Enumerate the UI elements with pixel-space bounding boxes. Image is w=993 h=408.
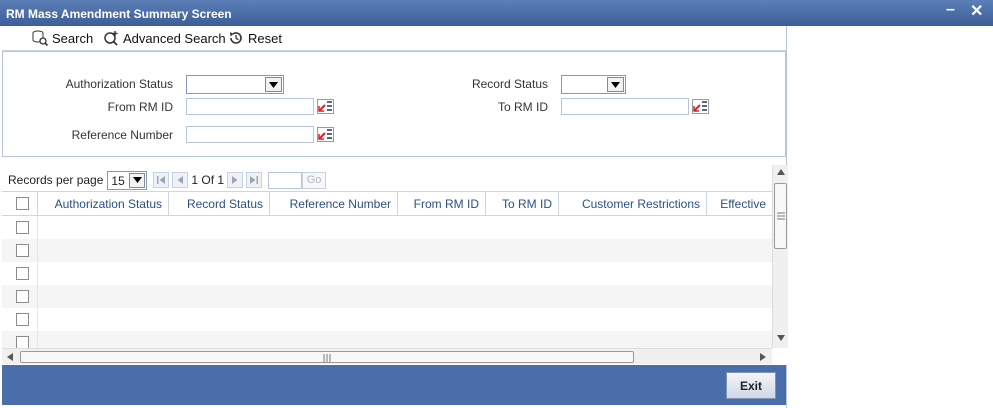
reference-number-label: Reference Number: [71, 128, 173, 142]
column-header[interactable]: Authorization Status: [38, 192, 169, 216]
records-per-page-select[interactable]: 15: [107, 170, 148, 190]
scroll-up-icon[interactable]: [777, 169, 785, 175]
first-page-icon[interactable]: [153, 172, 170, 188]
row-checkbox[interactable]: [16, 336, 29, 348]
table-header: Authorization Status Record Status Refer…: [2, 191, 772, 216]
table-row[interactable]: [2, 262, 772, 285]
minimize-button[interactable]: –: [946, 1, 955, 19]
advanced-search-button[interactable]: Advanced Search: [103, 30, 226, 46]
row-checkbox[interactable]: [16, 313, 29, 326]
table-row[interactable]: [2, 239, 772, 262]
scroll-down-icon[interactable]: [777, 335, 785, 341]
column-header[interactable]: Record Status: [169, 192, 270, 216]
from-rm-id-label: From RM ID: [107, 100, 173, 114]
reset-label: Reset: [248, 30, 282, 46]
search-label: Search: [52, 30, 94, 46]
vertical-scroll-thumb[interactable]: [774, 183, 787, 249]
grip-icon: [777, 212, 785, 220]
search-button[interactable]: Search: [32, 30, 93, 46]
title-bar: RM Mass Amendment Summary Screen – ✕: [0, 0, 993, 26]
column-header[interactable]: From RM ID: [398, 192, 486, 216]
vertical-scrollbar[interactable]: [772, 165, 788, 348]
row-checkbox[interactable]: [16, 244, 29, 257]
chevron-down-icon: [265, 77, 282, 92]
table-row[interactable]: [2, 216, 772, 239]
row-checkbox[interactable]: [16, 267, 29, 280]
advanced-search-icon: [104, 31, 118, 46]
exit-button[interactable]: Exit: [726, 372, 776, 399]
column-header[interactable]: Customer Restrictions: [559, 192, 707, 216]
scroll-left-icon[interactable]: [7, 353, 13, 361]
scroll-right-icon[interactable]: [760, 353, 766, 361]
table-row[interactable]: [2, 308, 772, 331]
column-header[interactable]: Effective: [707, 192, 772, 216]
advanced-search-label: Advanced Search: [123, 30, 226, 46]
record-status-select[interactable]: [561, 75, 626, 94]
records-per-page-label: Records per page: [8, 173, 104, 187]
to-rm-id-label: To RM ID: [497, 100, 548, 114]
to-rm-id-input[interactable]: [561, 98, 689, 115]
authorization-status-select[interactable]: [186, 75, 284, 94]
previous-page-icon[interactable]: [172, 172, 189, 188]
records-per-page-value: 15: [111, 173, 125, 188]
row-checkbox[interactable]: [16, 290, 29, 303]
table-row[interactable]: [2, 285, 772, 308]
page-number-input[interactable]: [268, 171, 303, 189]
select-all-cell: [2, 192, 38, 216]
column-header[interactable]: Reference Number: [270, 192, 398, 216]
chevron-down-icon: [129, 172, 146, 188]
search-icon: [32, 30, 48, 46]
window-title: RM Mass Amendment Summary Screen: [6, 7, 232, 21]
close-button[interactable]: ✕: [970, 1, 983, 21]
authorization-status-label: Authorization Status: [65, 77, 173, 91]
go-button[interactable]: Go: [302, 171, 327, 189]
next-page-icon[interactable]: [227, 172, 244, 188]
chevron-down-icon: [607, 77, 624, 92]
select-all-checkbox[interactable]: [16, 197, 29, 210]
reset-icon: [230, 32, 242, 44]
results-grid: Records per page 15 1 Of 1 Go Authorizat…: [2, 165, 788, 365]
row-checkbox[interactable]: [16, 221, 29, 234]
reset-button[interactable]: Reset: [228, 30, 282, 46]
table-row[interactable]: [2, 331, 772, 348]
column-header[interactable]: To RM ID: [486, 192, 559, 216]
from-rm-id-input[interactable]: [186, 98, 314, 115]
right-panel: [786, 26, 993, 408]
from-rm-id-lov-icon[interactable]: [317, 99, 334, 114]
horizontal-scrollbar[interactable]: [2, 348, 772, 364]
to-rm-id-lov-icon[interactable]: [692, 99, 709, 114]
page-info: 1 Of 1: [191, 173, 225, 187]
search-criteria-panel: Authorization Status Record Status From …: [2, 51, 786, 157]
pager: Records per page 15 1 Of 1 Go: [8, 170, 327, 190]
reference-number-lov-icon[interactable]: [317, 127, 334, 142]
horizontal-scroll-thumb[interactable]: [20, 351, 634, 363]
last-page-icon[interactable]: [246, 172, 263, 188]
record-status-label: Record Status: [471, 77, 548, 91]
reference-number-input[interactable]: [186, 126, 314, 143]
grip-icon: [323, 354, 331, 362]
footer-bar: Exit: [2, 365, 786, 405]
